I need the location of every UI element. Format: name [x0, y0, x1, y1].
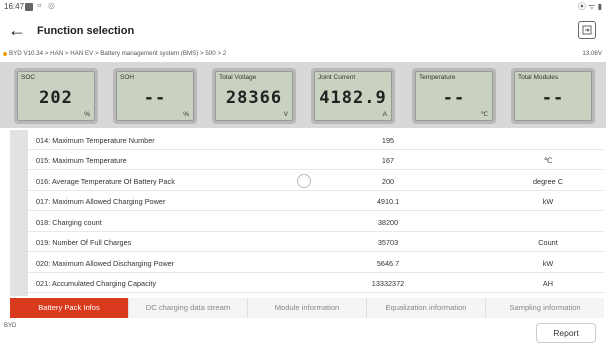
lcd-screen: SOC 202 % — [17, 71, 95, 121]
lcd-screen: Total Modules -- — [514, 71, 592, 121]
gauge-value: -- — [442, 88, 466, 108]
breadcrumb: BYD V10.34 > HAN > HAN EV > Battery mana… — [9, 50, 227, 57]
table-row[interactable]: 016: Average Temperature Of Battery Pack… — [28, 171, 604, 191]
row-label: 019: Number Of Full Charges — [36, 238, 132, 247]
gauge-label: SOH — [120, 74, 135, 81]
row-unit: Count — [538, 238, 558, 247]
row-value: 4910.1 — [376, 197, 400, 206]
tab-dc-charging-data-stream[interactable]: DC charging data stream — [129, 298, 248, 318]
tab-sampling-information[interactable]: Sampling information — [486, 298, 604, 318]
table-row[interactable]: 021: Accumulated Charging Capacity 13332… — [28, 273, 604, 293]
back-arrow-icon[interactable]: ← — [8, 20, 28, 40]
status-bar: 16:47 ⌗ ◎ ⦿ ᯤ ▮ — [0, 0, 606, 14]
row-label: 020: Maximum Allowed Discharging Power — [36, 259, 175, 268]
row-value: 35703 — [377, 238, 399, 247]
footer-bar: BYD Report — [0, 318, 606, 347]
table-row[interactable]: 014: Maximum Temperature Number 195 — [28, 130, 604, 150]
gauge-joint-current: Joint Current 4182.9 A — [311, 68, 395, 124]
table-row[interactable]: 019: Number Of Full Charges 35703 Count — [28, 232, 604, 252]
page-title: Function selection — [37, 25, 135, 37]
gauge-label: Total Voltage — [219, 74, 257, 81]
gauge-soc: SOC 202 % — [14, 68, 98, 124]
gauge-unit: % — [84, 111, 90, 118]
row-label: 014: Maximum Temperature Number — [36, 136, 155, 145]
row-unit: ℃ — [543, 156, 553, 165]
lcd-screen: SOH -- % — [116, 71, 194, 121]
row-value: 13332372 — [371, 279, 405, 288]
row-gutter — [10, 130, 28, 296]
row-label: 015: Maximum Temperature — [36, 156, 127, 165]
table-row[interactable]: 020: Maximum Allowed Discharging Power 5… — [28, 253, 604, 273]
gauge-label: Temperature — [419, 74, 456, 81]
row-value: 195 — [381, 136, 395, 145]
export-button[interactable] — [578, 21, 596, 39]
report-button[interactable]: Report — [536, 323, 596, 343]
row-value: 38200 — [377, 218, 399, 227]
table-row[interactable]: 018: Charging count 38200 — [28, 212, 604, 232]
loading-circle-icon — [297, 174, 311, 188]
row-unit: kW — [542, 197, 554, 206]
gauge-soh: SOH -- % — [113, 68, 197, 124]
row-label: 018: Charging count — [36, 218, 102, 227]
system-tray-icons: ⦿ ᯤ ▮ — [577, 2, 602, 11]
export-icon — [582, 25, 592, 35]
lcd-screen: Total Voltage 28366 V — [215, 71, 293, 121]
row-value: 167 — [381, 156, 395, 165]
gauge-unit: V — [283, 111, 288, 118]
data-stream-table: 014: Maximum Temperature Number 195 015:… — [10, 130, 604, 296]
gauge-value: 4182.9 — [319, 88, 387, 108]
gauge-temperature: Temperature -- ℃ — [412, 68, 496, 124]
table-row[interactable]: 017: Maximum Allowed Charging Power 4910… — [28, 191, 604, 211]
gauge-value: -- — [143, 88, 167, 108]
gauge-total-modules: Total Modules -- — [511, 68, 595, 124]
breadcrumb-bar: BYD V10.34 > HAN > HAN EV > Battery mana… — [0, 48, 606, 62]
lcd-screen: Temperature -- ℃ — [415, 71, 493, 121]
row-value: 5646.7 — [376, 259, 400, 268]
signal-icon: ◎ — [48, 1, 55, 10]
tab-bar: Battery Pack Infos DC charging data stre… — [10, 298, 604, 318]
brand-label: BYD — [4, 323, 17, 329]
row-unit: kW — [542, 259, 554, 268]
tab-module-information[interactable]: Module information — [248, 298, 367, 318]
row-unit: AH — [542, 279, 554, 288]
gauge-value: 28366 — [225, 88, 283, 108]
clock: 16:47 — [4, 2, 25, 11]
gauge-label: Total Modules — [518, 74, 559, 81]
lcd-screen: Joint Current 4182.9 A — [314, 71, 392, 121]
gauge-panel: SOC 202 % SOH -- % Total Voltage 28366 V… — [0, 62, 606, 128]
battery-voltage: 13.06V — [582, 50, 602, 57]
gauge-unit: ℃ — [480, 111, 488, 118]
status-dot-icon — [3, 52, 7, 56]
row-label: 021: Accumulated Charging Capacity — [36, 279, 157, 288]
table-row[interactable]: 015: Maximum Temperature 167 ℃ — [28, 150, 604, 170]
gauge-value: -- — [541, 88, 565, 108]
gauge-unit: % — [183, 111, 189, 118]
image-icon: ⌗ — [37, 1, 42, 10]
notification-icon — [25, 3, 33, 11]
gauge-unit: A — [382, 111, 387, 118]
gauge-label: SOC — [21, 74, 36, 81]
gauge-value: 202 — [39, 88, 73, 108]
app-header: ← Function selection — [0, 14, 606, 48]
gauge-label: Joint Current — [318, 74, 356, 81]
row-label: 016: Average Temperature Of Battery Pack — [36, 177, 175, 186]
tab-battery-pack-infos[interactable]: Battery Pack Infos — [10, 298, 129, 318]
gauge-total-voltage: Total Voltage 28366 V — [212, 68, 296, 124]
row-unit: degree C — [532, 177, 564, 186]
row-value: 200 — [381, 177, 395, 186]
row-label: 017: Maximum Allowed Charging Power — [36, 197, 166, 206]
tab-equalization-information[interactable]: Equalization information — [367, 298, 486, 318]
